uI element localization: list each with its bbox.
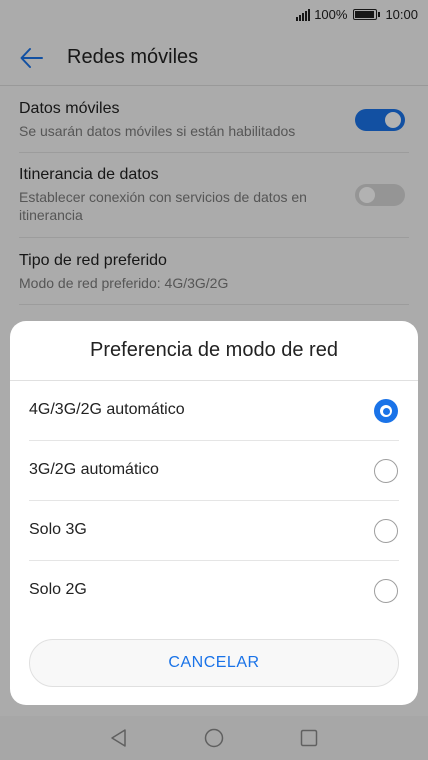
option-label: 4G/3G/2G automático bbox=[29, 401, 185, 418]
option-label: Solo 3G bbox=[29, 521, 87, 538]
option-3g-only[interactable]: Solo 3G bbox=[10, 501, 418, 561]
radio-button[interactable] bbox=[374, 459, 398, 483]
option-label: 3G/2G automático bbox=[29, 461, 159, 478]
option-3g-2g-auto[interactable]: 3G/2G automático bbox=[10, 441, 418, 501]
network-mode-dialog: Preferencia de modo de red 4G/3G/2G auto… bbox=[10, 321, 418, 705]
option-2g-only[interactable]: Solo 2G bbox=[10, 561, 418, 621]
dialog-title: Preferencia de modo de red bbox=[10, 321, 418, 381]
option-label: Solo 2G bbox=[29, 581, 87, 598]
radio-button[interactable] bbox=[374, 399, 398, 423]
cancel-button[interactable]: CANCELAR bbox=[29, 639, 399, 687]
radio-button[interactable] bbox=[374, 579, 398, 603]
radio-button[interactable] bbox=[374, 519, 398, 543]
option-4g-3g-2g-auto[interactable]: 4G/3G/2G automático bbox=[10, 381, 418, 441]
